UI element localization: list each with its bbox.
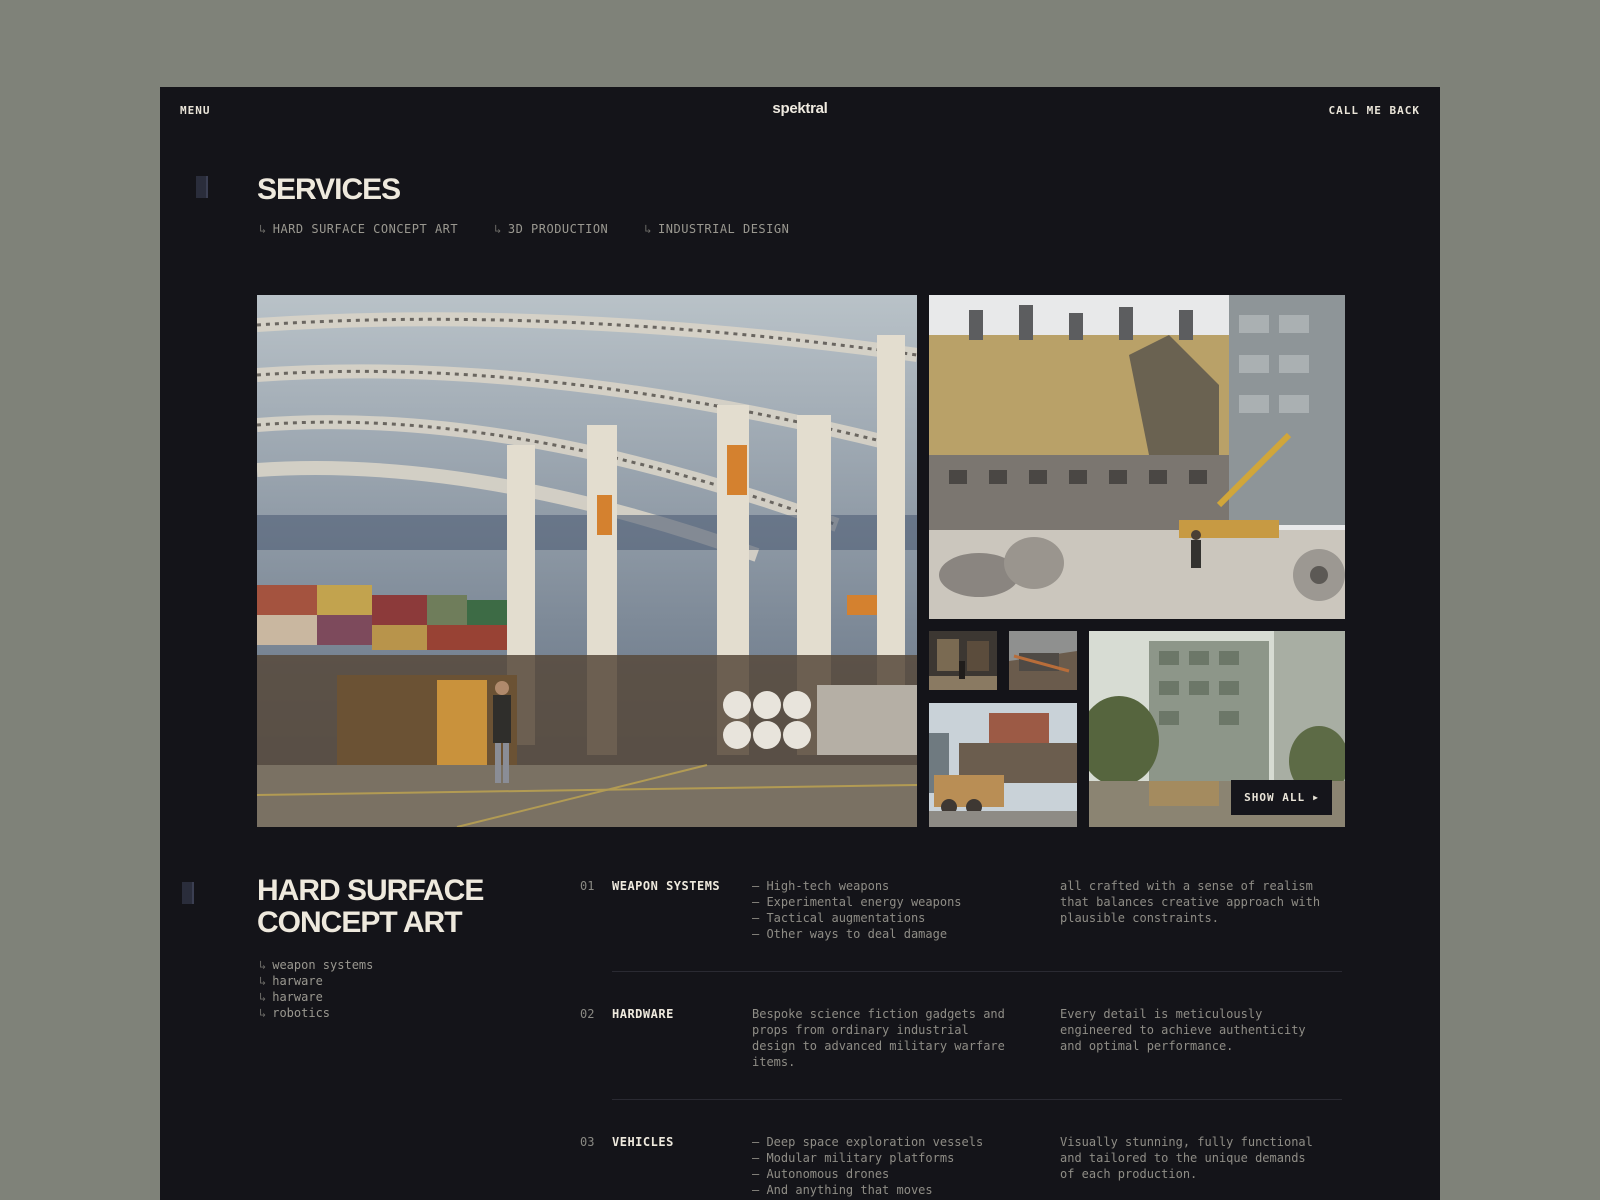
image-gallery (257, 295, 1345, 827)
tab-label: 3D PRODUCTION (507, 222, 609, 236)
detail-line: – Tactical augmentations (752, 911, 926, 925)
top-navigation: MENU spektral CALL ME BACK (160, 87, 1440, 137)
service-description: Every detail is meticulously engineered … (1060, 1006, 1350, 1054)
section-title-line-2: CONCEPT ART (257, 906, 463, 939)
show-all-label: SHOW ALL (1244, 791, 1306, 804)
corner-arrow-icon: ↳ (259, 990, 267, 1004)
subnav-item-harware-2[interactable]: ↳ harware (259, 989, 373, 1005)
subnav-item-harware[interactable]: ↳ harware (259, 973, 373, 989)
description-line: engineered to achieve authenticity (1060, 1023, 1306, 1037)
subnav-item-weapon-systems[interactable]: ↳ weapon systems (259, 957, 373, 973)
play-triangle-icon: ▶ (1313, 793, 1319, 802)
corner-arrow-icon: ↳ (494, 222, 502, 236)
corner-arrow-icon: ↳ (259, 1006, 267, 1020)
service-name: HARDWARE (612, 1007, 674, 1021)
tab-label: HARD SURFACE CONCEPT ART (272, 222, 459, 236)
corner-arrow-icon: ↳ (259, 974, 267, 988)
service-number: 02 (580, 1007, 595, 1021)
corner-arrow-icon: ↳ (644, 222, 653, 236)
description-line: and tailored to the unique demands (1060, 1151, 1306, 1165)
description-line: of each production. (1060, 1167, 1198, 1181)
service-details: Bespoke science fiction gadgets and prop… (752, 1006, 1042, 1070)
brand-logo[interactable]: spektral (160, 100, 1440, 117)
service-name: VEHICLES (612, 1135, 674, 1149)
detail-line: – Autonomous drones (752, 1167, 890, 1181)
corner-arrow-icon: ↳ (259, 958, 267, 972)
call-me-back-button[interactable]: CALL ME BACK (1329, 104, 1420, 117)
service-number: 03 (580, 1135, 595, 1149)
tab-industrial-design[interactable]: ↳ INDUSTRIAL DESIGN (644, 222, 789, 236)
detail-line: items. (752, 1055, 796, 1069)
services-tabs: ↳ HARD SURFACE CONCEPT ART ↳ 3D PRODUCTION… (259, 222, 825, 236)
section-marker (182, 882, 194, 904)
detail-line: props from ordinary industrial (752, 1023, 969, 1037)
service-details: – Deep space exploration vessels – Modul… (752, 1134, 1042, 1198)
app-window: MENU spektral CALL ME BACK SERVICES ↳ HAR… (160, 87, 1440, 1200)
page-title: SERVICES (257, 173, 401, 206)
gallery-thumb-tank[interactable] (929, 703, 1077, 827)
service-name: WEAPON SYSTEMS (612, 879, 721, 893)
subnav-item-robotics[interactable]: ↳ robotics (259, 1005, 373, 1021)
detail-line: Bespoke science fiction gadgets and (752, 1007, 1005, 1021)
section-title: HARD SURFACE CONCEPT ART (257, 875, 517, 939)
description-line: plausible constraints. (1060, 911, 1219, 925)
subnav-label: harware (272, 974, 323, 988)
description-line: and optimal performance. (1060, 1039, 1234, 1053)
subnav-label: robotics (272, 1006, 331, 1020)
gallery-thumb-interior[interactable] (929, 631, 997, 690)
service-details: – High-tech weapons – Experimental energ… (752, 878, 1042, 942)
gallery-thumb-wreckage[interactable] (1009, 631, 1077, 690)
service-description: all crafted with a sense of realism that… (1060, 878, 1350, 926)
description-line: Every detail is meticulously (1060, 1007, 1263, 1021)
detail-line: – And anything that moves (752, 1183, 933, 1197)
section-subnav: ↳ weapon systems ↳ harware ↳ harware ↳ robot… (259, 957, 373, 1021)
detail-line: – Modular military platforms (752, 1151, 955, 1165)
corner-arrow-icon: ↳ (259, 222, 267, 236)
subnav-label: harware (272, 990, 323, 1004)
gallery-image-main[interactable] (257, 295, 917, 827)
divider (612, 971, 1342, 972)
detail-line: – Deep space exploration vessels (752, 1135, 984, 1149)
gallery-image-construction[interactable] (929, 295, 1345, 619)
detail-line: – Other ways to deal damage (752, 927, 948, 941)
detail-line: – Experimental energy weapons (752, 895, 962, 909)
description-line: all crafted with a sense of realism (1060, 879, 1313, 893)
tab-hard-surface-concept-art[interactable]: ↳ HARD SURFACE CONCEPT ART (259, 222, 458, 236)
description-line: Visually stunning, fully functional (1060, 1135, 1313, 1149)
description-line: that balances creative approach with (1060, 895, 1321, 909)
subnav-label: weapon systems (272, 958, 374, 972)
detail-line: – High-tech weapons (752, 879, 890, 893)
tab-3d-production[interactable]: ↳ 3D PRODUCTION (494, 222, 608, 236)
section-marker (196, 176, 208, 198)
tab-label: INDUSTRIAL DESIGN (658, 222, 790, 236)
service-description: Visually stunning, fully functional and … (1060, 1134, 1350, 1182)
detail-line: design to advanced military warfare (752, 1039, 1005, 1053)
service-number: 01 (580, 879, 595, 893)
section-title-line-1: HARD SURFACE (257, 874, 484, 907)
divider (612, 1099, 1342, 1100)
show-all-button[interactable]: SHOW ALL ▶ (1231, 780, 1332, 815)
